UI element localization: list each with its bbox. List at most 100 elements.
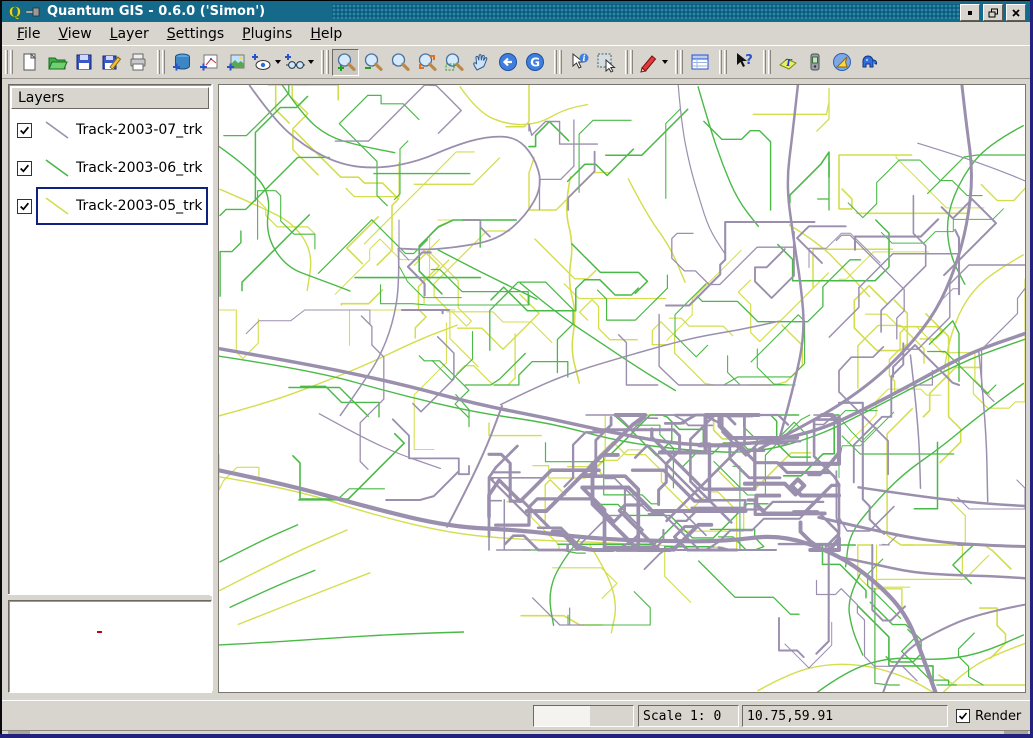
gps-track bbox=[242, 215, 309, 291]
layer-item-track-2003-07_trk[interactable]: Track-2003-07_trk bbox=[11, 111, 209, 149]
mapserver-export-button[interactable] bbox=[855, 49, 882, 76]
whats-this-help-button[interactable]: ? bbox=[730, 49, 757, 76]
toolbar-drag-handle[interactable] bbox=[625, 50, 633, 74]
add-wms-layer-button[interactable] bbox=[249, 49, 282, 76]
menu-view[interactable]: View bbox=[49, 24, 100, 44]
gps-track bbox=[579, 120, 631, 192]
label-icon: T bbox=[777, 51, 799, 73]
gps-track bbox=[904, 545, 1012, 569]
gps-track bbox=[402, 310, 449, 313]
zoom-out-button[interactable] bbox=[359, 49, 386, 76]
gps-track bbox=[381, 285, 530, 305]
toolbar-drag-handle[interactable] bbox=[763, 50, 771, 74]
layer-label: Track-2003-06_trk bbox=[76, 160, 203, 176]
layer-item-body[interactable]: Track-2003-07_trk bbox=[36, 111, 208, 149]
gps-icon bbox=[804, 51, 826, 73]
layer-item-track-2003-05_trk[interactable]: Track-2003-05_trk bbox=[11, 187, 209, 225]
save-project-button[interactable] bbox=[70, 49, 97, 76]
render-checkbox[interactable] bbox=[956, 709, 970, 723]
toolbar-drag-handle[interactable] bbox=[554, 50, 562, 74]
gps-track bbox=[758, 664, 935, 692]
menu-file[interactable]: File bbox=[8, 24, 49, 44]
new-project-button[interactable] bbox=[16, 49, 43, 76]
toolbar-drag-handle[interactable] bbox=[675, 50, 683, 74]
layer-line-symbol bbox=[42, 117, 72, 143]
label-tool-button[interactable]: T bbox=[774, 49, 801, 76]
progress-bar bbox=[533, 705, 634, 727]
toolbar-drag-handle[interactable] bbox=[719, 50, 727, 74]
layers-panel: Layers Track-2003-07_trk Track-2003-06_tr… bbox=[8, 84, 212, 596]
gps-track bbox=[505, 536, 567, 550]
close-button[interactable] bbox=[1006, 4, 1026, 21]
minimize-button[interactable] bbox=[960, 4, 980, 21]
titlebar-texture bbox=[332, 4, 960, 19]
close-icon bbox=[1011, 8, 1021, 18]
zoom-in-button[interactable] bbox=[332, 49, 359, 76]
gps-track bbox=[568, 592, 650, 625]
toolbar-drag-handle[interactable] bbox=[157, 50, 165, 74]
gps-track bbox=[364, 152, 474, 244]
toolbar-group: G bbox=[320, 49, 548, 76]
dropdown-arrow-icon[interactable] bbox=[275, 60, 281, 64]
check-icon bbox=[19, 125, 30, 136]
arrow-back-icon bbox=[497, 51, 519, 73]
gps-track bbox=[839, 155, 912, 209]
render-toggle[interactable]: Render bbox=[951, 705, 1028, 727]
open-attribute-table-button[interactable] bbox=[686, 49, 713, 76]
zoom-last-button[interactable] bbox=[440, 49, 467, 76]
zoom-to-selection-button[interactable] bbox=[413, 49, 440, 76]
print-button[interactable] bbox=[124, 49, 151, 76]
gps-track bbox=[430, 220, 460, 281]
toolbar-drag-handle[interactable] bbox=[5, 50, 13, 74]
select-features-button[interactable] bbox=[592, 49, 619, 76]
layer-item-body[interactable]: Track-2003-05_trk bbox=[36, 187, 208, 225]
printer-icon bbox=[127, 51, 149, 73]
add-vector-layer-button[interactable] bbox=[195, 49, 222, 76]
identify-features-button[interactable]: i bbox=[565, 49, 592, 76]
layer-label: Track-2003-07_trk bbox=[76, 122, 203, 138]
gps-track bbox=[506, 85, 529, 127]
layer-visibility-checkbox[interactable] bbox=[17, 199, 32, 214]
layer-visibility-checkbox[interactable] bbox=[17, 161, 32, 176]
zoom-full-extent-button[interactable] bbox=[386, 49, 413, 76]
check-icon bbox=[19, 201, 30, 212]
capture-line-button[interactable] bbox=[636, 49, 669, 76]
maximize-icon bbox=[988, 8, 999, 18]
menu-plugins[interactable]: Plugins bbox=[233, 24, 301, 44]
folder-icon bbox=[46, 51, 68, 73]
toolbar-drag-handle[interactable] bbox=[321, 50, 329, 74]
refresh-map-button[interactable]: G bbox=[521, 49, 548, 76]
toolbar-group: i bbox=[553, 49, 619, 76]
zoom-full-icon bbox=[389, 51, 411, 73]
open-project-button[interactable] bbox=[43, 49, 70, 76]
menu-help[interactable]: Help bbox=[301, 24, 351, 44]
zoom-previous-button[interactable] bbox=[494, 49, 521, 76]
dropdown-arrow-icon[interactable] bbox=[308, 60, 314, 64]
compass-tool-button[interactable] bbox=[828, 49, 855, 76]
menu-layer[interactable]: Layer bbox=[101, 24, 158, 44]
dropdown-arrow-icon[interactable] bbox=[662, 60, 668, 64]
add-raster-layer-button[interactable] bbox=[222, 49, 249, 76]
elephant-icon bbox=[858, 51, 880, 73]
maximize-button[interactable] bbox=[983, 4, 1003, 21]
layer-item-track-2003-06_trk[interactable]: Track-2003-06_trk bbox=[11, 149, 209, 187]
check-icon bbox=[19, 163, 30, 174]
layer-item-body[interactable]: Track-2003-06_trk bbox=[36, 149, 208, 187]
gps-track bbox=[659, 314, 772, 385]
new-vector-layer-button[interactable] bbox=[282, 49, 315, 76]
gps-tools-button[interactable] bbox=[801, 49, 828, 76]
add-postgis-layer-button[interactable] bbox=[168, 49, 195, 76]
menu-settings[interactable]: Settings bbox=[158, 24, 233, 44]
gps-track bbox=[749, 325, 803, 385]
title-bar[interactable]: Q Quantum GIS - 0.6.0 ('Simon') bbox=[2, 1, 1030, 22]
layer-line-symbol bbox=[42, 193, 72, 219]
gps-track bbox=[797, 226, 846, 263]
save-project-as-button[interactable] bbox=[97, 49, 124, 76]
pan-map-button[interactable] bbox=[467, 49, 494, 76]
overview-panel[interactable] bbox=[8, 600, 212, 693]
map-canvas[interactable] bbox=[218, 84, 1026, 693]
refresh-icon: G bbox=[524, 51, 546, 73]
layers-panel-header[interactable]: Layers bbox=[11, 87, 209, 109]
layer-visibility-checkbox[interactable] bbox=[17, 123, 32, 138]
gps-track bbox=[959, 633, 984, 685]
